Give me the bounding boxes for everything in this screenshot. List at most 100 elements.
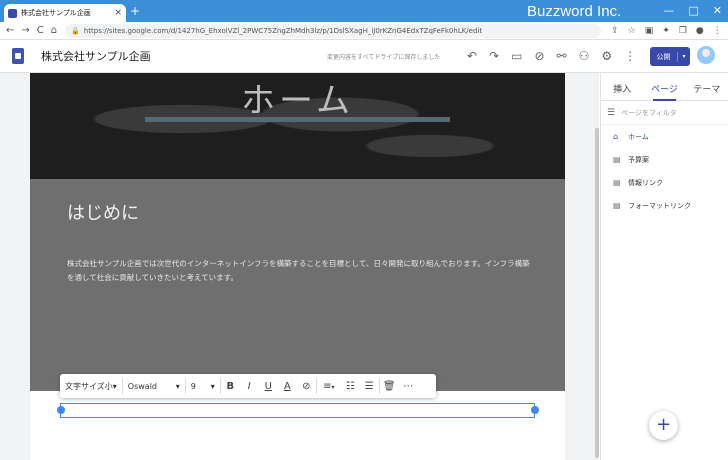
dropdown-arrow-icon: ▾	[112, 381, 117, 391]
section-title[interactable]: はじめに	[67, 199, 139, 225]
browser-titlebar: 株式会社サンプル企画 × + Buzzword Inc. — □ ✕	[0, 0, 728, 22]
title-underline	[145, 117, 450, 122]
sites-logo-icon[interactable]	[12, 48, 24, 64]
page-label: フォーマットリンク	[628, 201, 691, 210]
new-tab-button[interactable]: +	[130, 4, 140, 18]
tab-title: 株式会社サンプル企画	[21, 9, 91, 17]
window-controls: — □ ✕	[663, 4, 722, 17]
maximize-button[interactable]: □	[688, 4, 698, 17]
home-page-icon: ⌂	[613, 132, 619, 141]
copy-link-icon[interactable]: ⊘	[534, 49, 544, 63]
settings-gear-icon[interactable]: ⚙	[601, 49, 612, 63]
dropdown-arrow-icon: ▾	[331, 383, 335, 391]
canvas-scrollbar[interactable]	[595, 73, 599, 460]
share-with-others-icon[interactable]: ⚇	[579, 49, 590, 63]
lock-icon: 🔒	[71, 26, 80, 35]
filter-placeholder: ページをフィルタ	[621, 108, 677, 117]
tab-close-icon[interactable]: ×	[114, 8, 122, 18]
page-label: ホーム	[628, 132, 649, 141]
site-page: ホーム はじめに 株式会社サンプル企画では次世代のインターネットインフラを構築す…	[30, 73, 565, 460]
page-label: 情報リンク	[628, 178, 663, 187]
preview-icon[interactable]: ▭	[511, 49, 522, 63]
link-icon[interactable]: ⚯	[557, 49, 567, 63]
nav-buttons: ← → C ⌂	[6, 25, 57, 36]
right-side-panel: 挿入 ページ テーマ ☰ ページをフィルタ ⌂ ホーム ▤ 予算案 ▤ 情報リンク ▤…	[600, 73, 728, 460]
text-format-toolbar: 文字サイズ小 ▾ Oswald ▾ 9 ▾ B I U A ⊘ ≡▾ ☷ ☰ 🗑 ⋯	[60, 374, 436, 398]
tab-insert[interactable]: 挿入	[601, 73, 643, 100]
app-toolbar: ↶ ↷ ▭ ⊘ ⚯ ⚇ ⚙ ⋮	[467, 49, 636, 63]
page-item-budget[interactable]: ▤ 予算案	[601, 148, 728, 171]
numbered-list-icon[interactable]: ☷	[341, 381, 360, 392]
dropdown-arrow-icon: ▾	[210, 381, 215, 391]
forward-icon[interactable]: →	[21, 25, 29, 36]
puzzle-icon[interactable]: ✦	[662, 26, 670, 36]
publish-dropdown-icon[interactable]: ▾	[678, 53, 690, 60]
filter-icon: ☰	[607, 107, 616, 118]
italic-button[interactable]: I	[240, 381, 259, 392]
align-dropdown[interactable]: ≡▾	[317, 381, 341, 392]
bookmark-star-icon[interactable]: ☆	[628, 26, 636, 36]
extension-icon[interactable]: ▣	[645, 26, 654, 36]
text-style-label: 文字サイズ小	[65, 381, 113, 391]
resize-handle-right[interactable]	[531, 406, 539, 414]
extension-icons: ⇪ ☆ ▣ ✦ ❐ ● ⋮	[611, 26, 722, 36]
site-name[interactable]: 株式会社サンプル企画	[41, 48, 151, 64]
font-dropdown[interactable]: Oswald ▾	[123, 374, 185, 398]
intro-section[interactable]: はじめに 株式会社サンプル企画では次世代のインターネットインフラを構築することを…	[30, 179, 565, 391]
panel-tabs: 挿入 ページ テーマ	[601, 73, 728, 101]
sidepanel-icon[interactable]: ❐	[679, 26, 687, 36]
more-icon[interactable]: ⋯	[399, 381, 418, 392]
add-page-button[interactable]: +	[649, 411, 678, 440]
bold-button[interactable]: B	[221, 381, 240, 392]
page-header-banner[interactable]: ホーム	[30, 73, 565, 179]
underline-button[interactable]: U	[259, 381, 278, 392]
publish-button[interactable]: 公開 ▾	[650, 47, 690, 66]
avatar[interactable]	[697, 46, 715, 64]
publish-label[interactable]: 公開	[650, 51, 678, 62]
page-label: 予算案	[628, 155, 649, 164]
minimize-button[interactable]: —	[663, 4, 674, 17]
home-icon[interactable]: ⌂	[51, 25, 57, 36]
page-icon: ▤	[613, 155, 621, 164]
editor-canvas: ホーム はじめに 株式会社サンプル企画では次世代のインターネットインフラを構築す…	[0, 73, 598, 460]
redo-icon[interactable]: ↷	[489, 49, 499, 63]
bulleted-list-icon[interactable]: ☰	[360, 381, 379, 392]
browser-menu-icon[interactable]: ⋮	[713, 26, 722, 36]
page-item-info-links[interactable]: ▤ 情報リンク	[601, 171, 728, 194]
address-bar-row: ← → C ⌂ 🔒 https://sites.google.com/d/142…	[0, 22, 728, 40]
back-icon[interactable]: ←	[6, 25, 14, 36]
page-item-home[interactable]: ⌂ ホーム	[601, 125, 728, 148]
text-color-button[interactable]: A	[278, 381, 297, 392]
profile-icon[interactable]: ●	[696, 26, 704, 36]
sites-favicon-icon	[8, 8, 17, 18]
page-icon: ▤	[613, 201, 621, 210]
section-body[interactable]: 株式会社サンプル企画では次世代のインターネットインフラを構築することを目標として…	[67, 257, 537, 285]
tab-pages[interactable]: ページ	[643, 73, 685, 101]
delete-icon[interactable]: 🗑	[380, 381, 399, 392]
share-icon[interactable]: ⇪	[611, 26, 619, 36]
brand-watermark: Buzzword Inc.	[527, 3, 622, 20]
more-options-icon[interactable]: ⋮	[624, 49, 636, 63]
close-window-button[interactable]: ✕	[713, 4, 722, 17]
font-size-label: 9	[190, 381, 196, 391]
font-size-dropdown[interactable]: 9 ▾	[186, 374, 220, 398]
saved-status: 変更内容をすべてドライブに保存しました	[327, 54, 441, 61]
font-label: Oswald	[127, 381, 157, 391]
dropdown-arrow-icon: ▾	[175, 381, 180, 391]
sites-app-bar: 株式会社サンプル企画 変更内容をすべてドライブに保存しました ↶ ↷ ▭ ⊘ ⚯…	[0, 40, 728, 73]
scrollbar-thumb[interactable]	[595, 128, 599, 458]
page-filter[interactable]: ☰ ページをフィルタ	[601, 101, 728, 125]
reload-icon[interactable]: C	[37, 25, 44, 36]
browser-tab[interactable]: 株式会社サンプル企画 ×	[4, 4, 126, 22]
tab-themes[interactable]: テーマ	[686, 73, 728, 100]
selected-text-box[interactable]	[60, 403, 535, 418]
insert-link-icon[interactable]: ⊘	[297, 381, 316, 392]
page-icon: ▤	[613, 178, 621, 187]
url-text: https://sites.google.com/d/1427hG_EhxolV…	[83, 26, 483, 35]
undo-icon[interactable]: ↶	[467, 49, 477, 63]
page-title[interactable]: ホーム	[30, 73, 565, 122]
page-item-format-links[interactable]: ▤ フォーマットリンク	[601, 194, 728, 217]
url-field[interactable]: 🔒 https://sites.google.com/d/1427hG_Ehxo…	[65, 23, 602, 38]
resize-handle-left[interactable]	[57, 406, 65, 414]
text-style-dropdown[interactable]: 文字サイズ小 ▾	[60, 374, 122, 398]
